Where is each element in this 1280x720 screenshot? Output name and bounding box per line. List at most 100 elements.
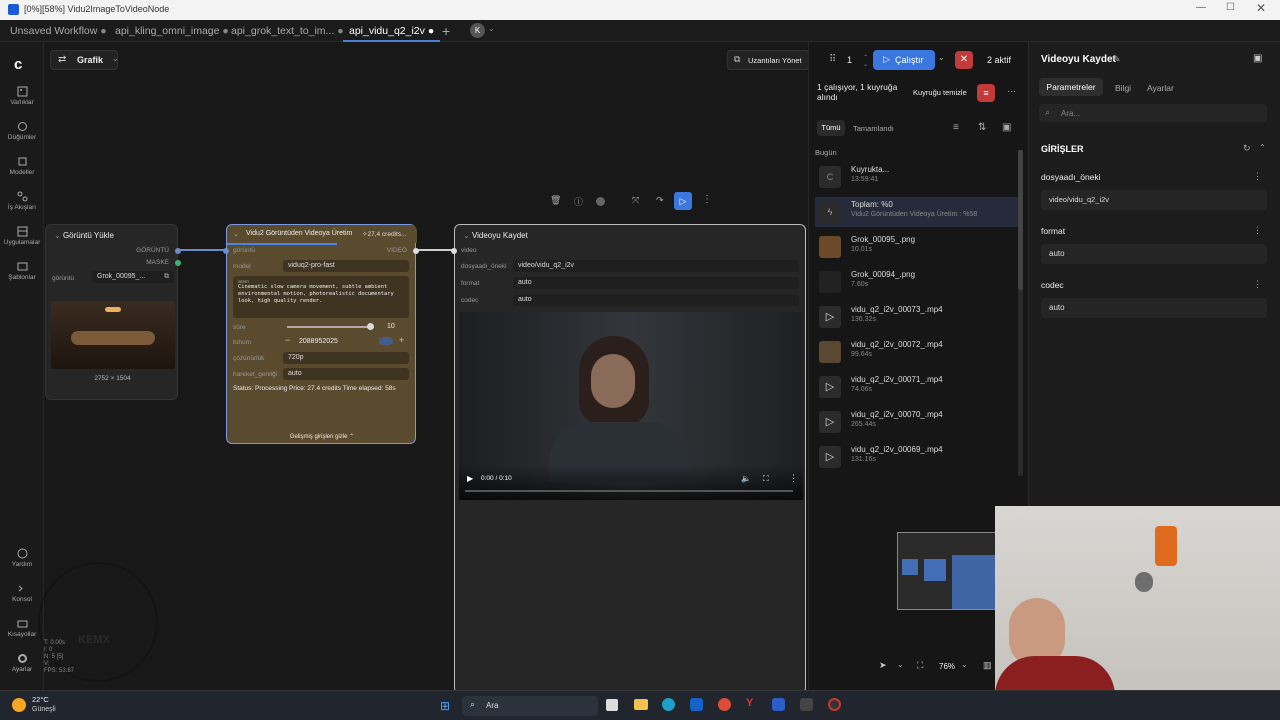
minimize-button[interactable]: — [1196,2,1206,13]
edge-icon[interactable] [662,698,675,711]
duration-slider-track[interactable] [287,326,371,328]
sidebar-item-settings[interactable]: Ayarlar [0,653,44,673]
tab-completed[interactable]: Tamamlandı [853,124,894,133]
node-vidu-image-to-video[interactable]: ⌄ Vidu2 Görüntüden Videoya Üretim ✧27,4 … [223,224,419,444]
search-input[interactable]: ⌕ Ara... [1039,104,1267,122]
tab-settings[interactable]: Ayarlar [1147,83,1174,93]
task-view-icon[interactable] [606,699,618,711]
prompt-textarea[interactable]: istem Cinematic slow camera movement, su… [233,276,409,318]
sidebar-item-assets[interactable]: Varlıklar [0,86,44,106]
run-options-chevron[interactable]: ⌄ [938,53,945,62]
queue-item-running[interactable]: ϟ Toplam: %0 Vidu2 Görüntüden Videoya Üret… [815,197,1019,227]
comfy-app-icon[interactable] [772,698,785,711]
sidebar-item-templates[interactable]: Şablonlar [0,261,44,281]
play-button[interactable]: ▶ [467,474,473,483]
sidebar-item-help[interactable]: Yardım [0,548,44,568]
reset-icon[interactable]: ↻ [1243,143,1251,154]
queue-item[interactable]: Grok_00095_.png 10.01s [815,232,1019,262]
more-options-icon[interactable]: ⋮ [789,473,798,484]
codec-select[interactable]: auto [513,294,799,306]
queue-item[interactable]: C Kuyrukta... 13:59:41 [815,162,1019,192]
queue-item[interactable]: ▷ vidu_q2_i2v_00071_.mp4 74.06s [815,372,1019,402]
duration-slider-thumb[interactable] [367,323,374,330]
codec-field-select[interactable]: auto [1041,298,1267,318]
edit-pencil-icon[interactable]: ✎ [1113,54,1121,65]
queue-item[interactable]: ▷ vidu_q2_i2v_00069_.mp4 131.16s [815,442,1019,472]
chevron-up-icon[interactable]: ⌃ [1259,143,1266,152]
sort-icon[interactable]: ⇅ [978,122,986,133]
stepper-arrows-icon[interactable]: ⌃ ⌄ [863,54,868,68]
minimap[interactable] [897,532,997,610]
output-image-slot[interactable] [175,248,181,254]
queue-item[interactable]: ▷ vidu_q2_i2v_00073_.mp4 136.32s [815,302,1019,332]
active-count[interactable]: 2 aktif [987,55,1011,65]
toggle-advanced-button[interactable]: Gelişmiş girişleri gizle ⌃ [227,433,417,440]
tab-info[interactable]: Bilgi [1115,83,1131,93]
output-video-slot[interactable] [413,248,419,254]
prefix-field-input[interactable]: video/vidu_q2_i2v [1041,190,1267,210]
tab-kling-omni[interactable]: api_kling_omni_image ● [115,20,229,42]
comfy-logo-icon[interactable]: c [14,56,22,73]
more-options-icon[interactable]: ⋯ [1007,86,1016,97]
model-select[interactable]: viduq2-pro-fast [283,260,409,272]
maximize-button[interactable]: ☐ [1226,2,1235,13]
queue-scrollbar-thumb[interactable] [1018,150,1023,290]
store-icon[interactable] [690,698,703,711]
filter-icon[interactable]: ≡ [953,122,959,133]
graph-canvas[interactable]: ⇄ Grafik ⌄ ⧉ Uzantıları Yönet 🗑 ⓘ ⤧ ↷ ▷ … [44,42,874,694]
prefix-input[interactable]: video/vidu_q2_i2v [513,260,799,272]
stop-button[interactable]: ✕ [955,51,973,69]
image-file-select[interactable]: Grok_00095_... ⧉ [92,271,174,283]
motion-select[interactable]: auto [283,368,409,380]
batch-count[interactable]: 1 [847,55,852,65]
tab-vidu-q2-i2v[interactable]: api_vidu_q2_i2v ● [343,20,441,42]
video-player[interactable]: ▶ 0:00 / 0:10 🔈 ⛶ ⋮ [459,312,803,500]
chevron-down-icon[interactable]: ⌄ [961,660,968,669]
drag-handle-icon[interactable]: ⠿ [829,54,836,65]
tab-parameters[interactable]: Parametreler [1039,78,1103,96]
gallery-icon[interactable]: ▣ [1002,122,1011,133]
sidebar-item-models[interactable]: Modeller [0,156,44,176]
sidebar-item-workflows[interactable]: İş Akışları [0,191,44,211]
run-button[interactable]: ▷ Çalıştır [873,50,935,70]
queue-item[interactable]: ▷ vidu_q2_i2v_00070_.mp4 265.44s [815,407,1019,437]
video-seek-bar[interactable] [465,490,793,492]
more-options-icon[interactable]: ⋮ [1253,225,1262,236]
tab-unsaved-workflow[interactable]: Unsaved Workflow ● [10,20,107,42]
weather-icon[interactable] [12,698,26,712]
input-video-slot[interactable] [451,248,457,254]
tab-grok-text[interactable]: api_grok_text_to_im... ● [231,20,344,42]
fullscreen-icon[interactable]: ⛶ [763,474,769,484]
format-select[interactable]: auto [513,277,799,289]
avatar[interactable]: K [470,23,485,38]
format-field-select[interactable]: auto [1041,244,1267,264]
node-save-video[interactable]: ⌄ Videoyu Kaydet video dosyaadı_öneki vi… [451,224,806,694]
sidebar-item-console[interactable]: Konsol [0,583,44,603]
seed-decrement-button[interactable]: − [285,335,290,345]
taskbar-search[interactable]: ⌕ Ara [462,696,598,716]
more-options-icon[interactable]: ⋮ [1253,279,1262,290]
chrome-icon[interactable] [718,698,731,711]
queue-item[interactable]: Grok_00094_.png 7.60s [815,267,1019,297]
windows-start-icon[interactable]: ⊞ [440,699,450,713]
volume-icon[interactable]: 🔈 [741,474,751,483]
obs-icon[interactable] [828,698,841,711]
app-icon[interactable] [800,698,813,711]
clear-queue-button[interactable]: Kuyruğu temizle [913,88,967,97]
output-mask-slot[interactable] [175,260,181,266]
minimap-toggle-icon[interactable]: ▥ [983,660,992,671]
more-options-icon[interactable]: ⋮ [1253,171,1262,182]
clear-queue-icon[interactable]: ≡ [977,84,995,102]
chevron-down-icon[interactable]: ⌄ [488,24,495,33]
fit-view-icon[interactable]: ⛶ [917,660,923,671]
zoom-level[interactable]: 76% [939,662,955,671]
sidebar-item-apps[interactable]: Uygulamalar [0,226,44,246]
queue-item[interactable]: vidu_q2_i2v_00072_.mp4 99.64s [815,337,1019,367]
resolution-select[interactable]: 720p [283,352,409,364]
new-tab-button[interactable]: + [442,20,450,42]
sidebar-item-nodes[interactable]: Düğümler [0,121,44,141]
panel-toggle-icon[interactable]: ▣ [1253,53,1262,64]
yandex-icon[interactable]: Y [746,697,753,709]
node-load-image[interactable]: ⌄ Görüntü Yükle GÖRÜNTÜ MASKE görüntü Gr… [45,224,181,400]
close-window-button[interactable]: ✕ [1256,1,1266,15]
